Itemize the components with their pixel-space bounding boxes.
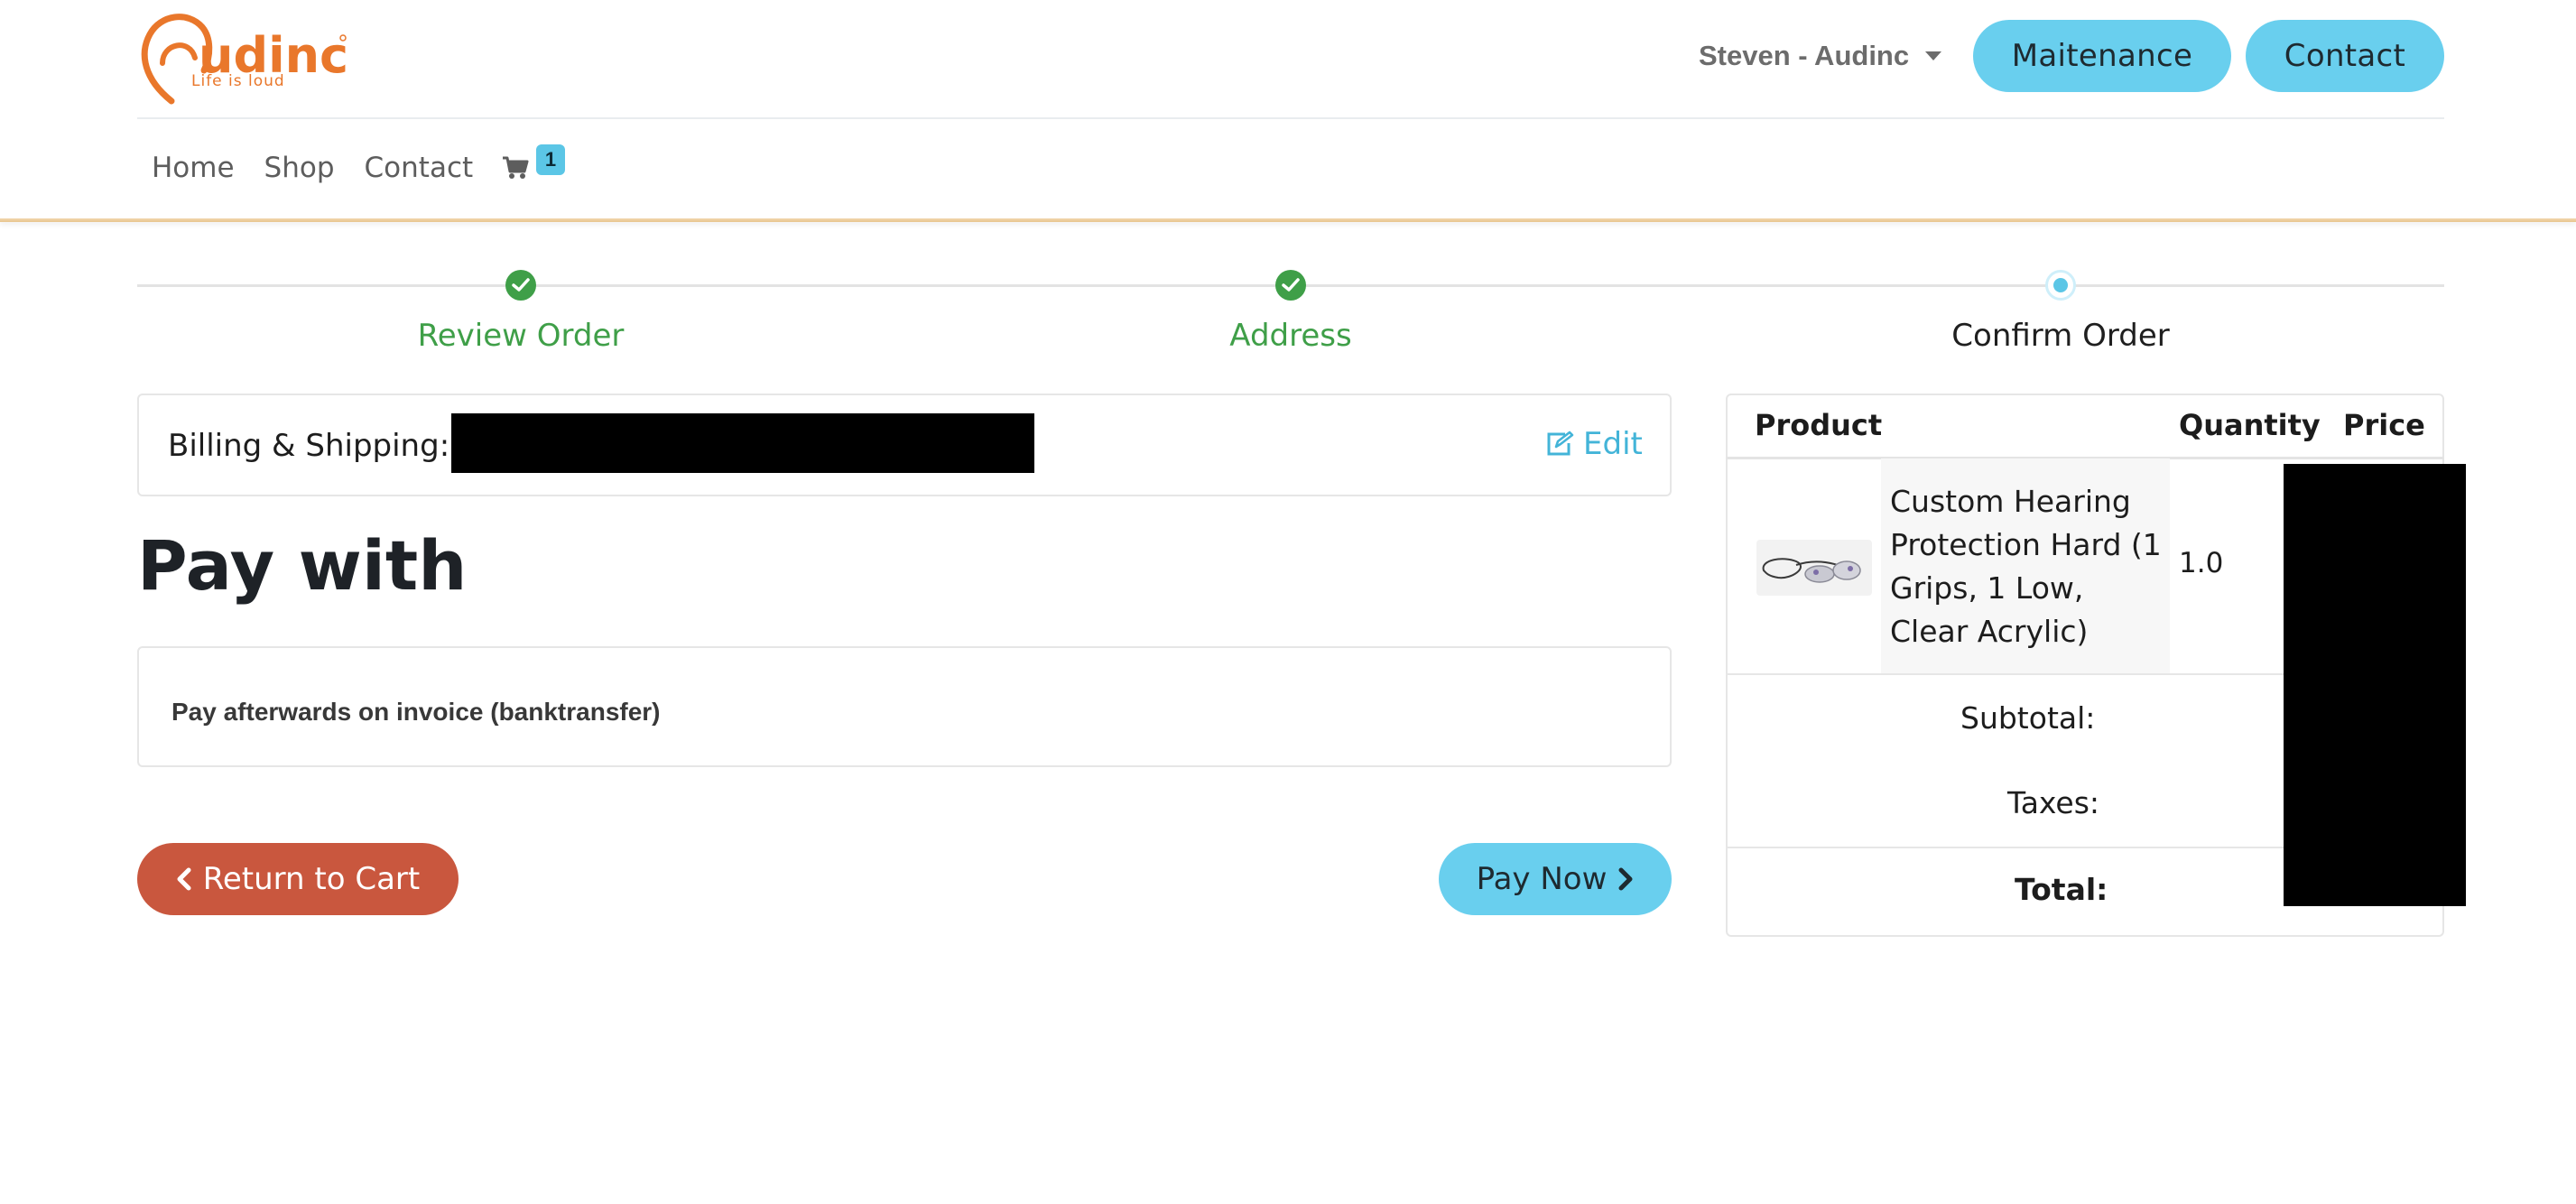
return-to-cart-label: Return to Cart <box>202 861 421 897</box>
column-header-price: Price <box>2343 408 2425 442</box>
redacted-prices <box>2284 464 2466 906</box>
maintenance-button[interactable]: Maitenance <box>1973 20 2231 92</box>
column-header-product: Product <box>1755 408 1883 442</box>
nav-item-contact[interactable]: Contact <box>365 152 474 184</box>
subtotal-label: Subtotal: <box>1960 700 2096 736</box>
column-header-quantity: Quantity <box>2179 408 2321 442</box>
pay-now-button[interactable]: Pay Now <box>1439 843 1672 915</box>
return-to-cart-button[interactable]: Return to Cart <box>137 843 459 915</box>
billing-shipping-label: Billing & Shipping: <box>168 428 450 464</box>
step-review-order-check-icon <box>505 270 536 301</box>
step-confirm-order-current-icon <box>2045 270 2076 301</box>
edit-address-link[interactable]: Edit <box>1545 426 1643 462</box>
total-label: Total: <box>2015 872 2108 907</box>
audinc-logo[interactable]: udinc Life is loud <box>135 7 352 107</box>
step-label-confirm-order: Confirm Order <box>1951 318 2170 354</box>
logo-tagline: Life is loud <box>191 72 285 90</box>
product-thumbnail <box>1756 540 1872 596</box>
cart-link[interactable]: 1 <box>500 144 572 190</box>
main-nav: Home Shop Contact <box>152 152 473 184</box>
redacted-address <box>451 413 1034 473</box>
step-label-review-order[interactable]: Review Order <box>295 318 746 354</box>
caret-down-icon <box>1925 51 1942 60</box>
taxes-label: Taxes: <box>2007 785 2100 820</box>
chevron-left-icon <box>177 867 191 891</box>
step-label-address[interactable]: Address <box>1065 318 1516 354</box>
nav-item-shop[interactable]: Shop <box>264 152 335 184</box>
chevron-right-icon <box>1618 867 1633 891</box>
product-name[interactable]: Custom Hearing Protection Hard (1 Grips,… <box>1890 480 2168 653</box>
edit-label: Edit <box>1583 426 1643 462</box>
step-address-check-icon <box>1275 270 1306 301</box>
cart-count-badge: 1 <box>536 144 565 175</box>
user-menu-label: Steven - Audinc <box>1699 40 1910 71</box>
product-quantity: 1.0 <box>2179 547 2224 579</box>
nav-item-home[interactable]: Home <box>152 152 235 184</box>
header-divider <box>137 117 2444 119</box>
header-accent-line <box>0 218 2576 222</box>
pay-now-label: Pay Now <box>1476 861 1608 897</box>
payment-option-invoice[interactable]: Pay afterwards on invoice (banktransfer) <box>171 698 661 727</box>
pay-with-heading: Pay with <box>137 525 468 606</box>
contact-button[interactable]: Contact <box>2246 20 2444 92</box>
edit-icon <box>1547 431 1574 456</box>
shopping-cart-icon <box>503 156 529 179</box>
user-menu-dropdown[interactable]: Steven - Audinc <box>1699 40 1942 72</box>
